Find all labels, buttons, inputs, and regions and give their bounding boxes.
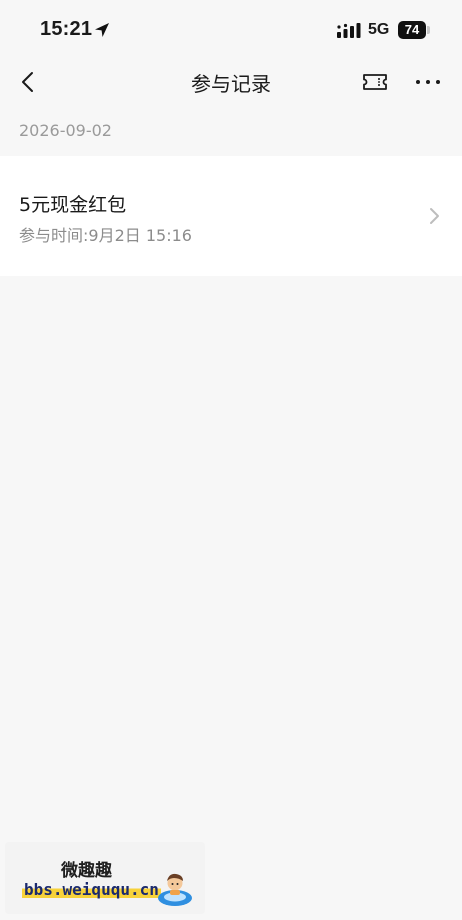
record-title: 5元现金红包 [19, 194, 127, 216]
mascot-logo-icon [158, 873, 192, 906]
watermark: 微趣趣 bbs.weiququ.cn [5, 842, 205, 914]
status-time: 15:21 [40, 18, 93, 40]
watermark-title: 微趣趣 [61, 861, 112, 881]
battery-tip [427, 26, 430, 34]
chevron-right-icon [430, 208, 439, 224]
more-dots-icon[interactable] [414, 71, 442, 93]
record-item[interactable]: 5元现金红包 参与时间:9月2日 15:16 [0, 156, 462, 276]
watermark-url: bbs.weiququ.cn [22, 880, 161, 899]
signal-bars-icon [337, 23, 361, 38]
battery-level: 74 [404, 22, 420, 37]
status-bar: 15:21 5G 74 [0, 0, 462, 62]
location-arrow-icon [95, 23, 109, 37]
network-label: 5G [368, 21, 390, 38]
nav-bar: 参与记录 [0, 62, 462, 102]
ticket-icon[interactable] [362, 71, 388, 93]
date-group-header: 2026-09-02 [19, 121, 112, 140]
record-participation-time: 参与时间:9月2日 15:16 [19, 226, 192, 245]
battery-indicator: 74 [398, 21, 426, 39]
page-title: 参与记录 [191, 72, 271, 96]
